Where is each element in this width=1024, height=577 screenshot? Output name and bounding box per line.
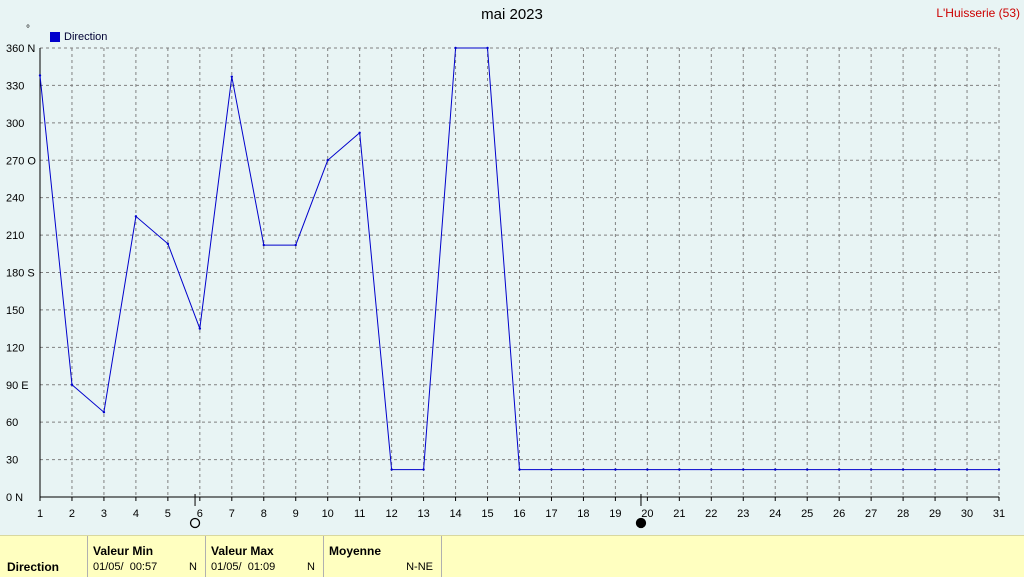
- data-point: [678, 468, 681, 471]
- x-tick-label: 7: [229, 508, 235, 520]
- x-tick-label: 21: [673, 508, 685, 520]
- x-tick-label: 20: [641, 508, 653, 520]
- min-direction: N: [189, 561, 197, 573]
- data-point: [422, 468, 425, 471]
- x-tick-label: 13: [417, 508, 429, 520]
- y-tick-label: 150: [6, 305, 24, 317]
- x-tick-label: 5: [165, 508, 171, 520]
- footer-max-cell: Valeur Max 01/05/ 01:09 N: [206, 536, 324, 577]
- data-point: [550, 468, 553, 471]
- x-tick-label: 25: [801, 508, 813, 520]
- max-direction: N: [307, 561, 315, 573]
- data-point: [390, 468, 393, 471]
- x-tick-label: 6: [197, 508, 203, 520]
- data-point: [997, 468, 1001, 471]
- x-tick-label: 8: [261, 508, 267, 520]
- x-tick-label: 9: [293, 508, 299, 520]
- data-point: [262, 243, 265, 247]
- x-tick-label: 18: [577, 508, 589, 520]
- x-tick-label: 1: [37, 508, 43, 520]
- y-tick-label: 330: [6, 80, 24, 92]
- data-point: [358, 131, 361, 135]
- data-point: [933, 468, 937, 471]
- legend-label: Direction: [64, 31, 108, 43]
- data-point: [646, 468, 649, 471]
- x-tick-label: 10: [322, 508, 334, 520]
- data-point: [486, 46, 489, 50]
- data-point: [102, 410, 106, 414]
- stats-footer: Direction Valeur Min 01/05/ 00:57 N Vale…: [0, 535, 1024, 577]
- y-tick-label: 90 E: [6, 380, 29, 392]
- data-point: [326, 159, 329, 162]
- y-tick-label: 210: [6, 230, 24, 242]
- min-header: Valeur Min: [93, 544, 154, 558]
- full-moon-icon: [635, 517, 647, 529]
- x-tick-label: 16: [513, 508, 525, 520]
- x-tick-label: 28: [897, 508, 909, 520]
- x-tick-label: 17: [545, 508, 557, 520]
- data-point: [454, 46, 457, 50]
- data-point: [166, 242, 170, 246]
- x-tick-label: 2: [69, 508, 75, 520]
- y-tick-label: 30: [6, 455, 18, 467]
- data-point: [230, 75, 233, 78]
- x-tick-label: 29: [929, 508, 941, 520]
- y-tick-label: 360 N: [6, 43, 35, 55]
- legend-swatch: [50, 32, 60, 42]
- x-tick-label: 12: [386, 508, 398, 520]
- data-point: [294, 243, 297, 247]
- data-point: [614, 468, 617, 471]
- data-point: [710, 468, 713, 471]
- y-axis-unit: °: [26, 24, 30, 35]
- x-tick-label: 27: [865, 508, 877, 520]
- station-name: L'Huisserie (53): [936, 6, 1020, 20]
- x-tick-label: 30: [961, 508, 973, 520]
- footer-avg-cell: Moyenne N-NE: [324, 536, 442, 577]
- x-tick-label: 23: [737, 508, 749, 520]
- max-date: 01/05/ 01:09: [211, 561, 276, 573]
- data-point: [965, 468, 969, 471]
- data-point: [806, 468, 809, 471]
- data-point: [70, 383, 74, 386]
- new-moon-icon: [189, 517, 201, 529]
- y-tick-label: 60: [6, 417, 18, 429]
- avg-value: N-NE: [406, 561, 433, 573]
- avg-header: Moyenne: [329, 544, 382, 558]
- data-point: [198, 327, 202, 330]
- data-point: [774, 468, 777, 471]
- y-tick-label: 240: [6, 193, 24, 205]
- x-tick-label: 14: [449, 508, 461, 520]
- data-point: [134, 215, 138, 218]
- x-tick-label: 24: [769, 508, 781, 520]
- y-tick-label: 120: [6, 342, 24, 354]
- data-point: [837, 468, 841, 471]
- data-point: [38, 74, 42, 77]
- x-tick-label: 11: [354, 508, 365, 520]
- legend: Direction: [50, 31, 107, 43]
- x-tick-label: 22: [705, 508, 717, 520]
- data-point: [901, 468, 905, 471]
- x-tick-label: 19: [609, 508, 621, 520]
- footer-row-label: Direction: [7, 560, 60, 574]
- footer-min-cell: Valeur Min 01/05/ 00:57 N: [88, 536, 206, 577]
- min-date: 01/05/ 00:57: [93, 561, 158, 573]
- x-tick-label: 31: [993, 508, 1005, 520]
- direction-chart: 0 N306090 E120150180 S210240270 O3003303…: [6, 43, 1005, 529]
- y-tick-label: 0 N: [6, 492, 23, 504]
- y-tick-label: 180 S: [6, 268, 35, 280]
- x-tick-label: 15: [481, 508, 493, 520]
- chart-title: mai 2023: [481, 6, 543, 23]
- x-tick-label: 3: [101, 508, 107, 520]
- footer-label-cell: Direction: [0, 536, 88, 577]
- y-tick-label: 300: [6, 118, 24, 130]
- data-point: [582, 468, 585, 471]
- max-header: Valeur Max: [211, 544, 274, 558]
- data-point: [742, 468, 745, 471]
- data-point: [869, 468, 873, 471]
- data-point: [518, 468, 521, 471]
- y-tick-label: 270 O: [6, 155, 36, 167]
- x-tick-label: 26: [833, 508, 845, 520]
- x-tick-label: 4: [133, 508, 139, 520]
